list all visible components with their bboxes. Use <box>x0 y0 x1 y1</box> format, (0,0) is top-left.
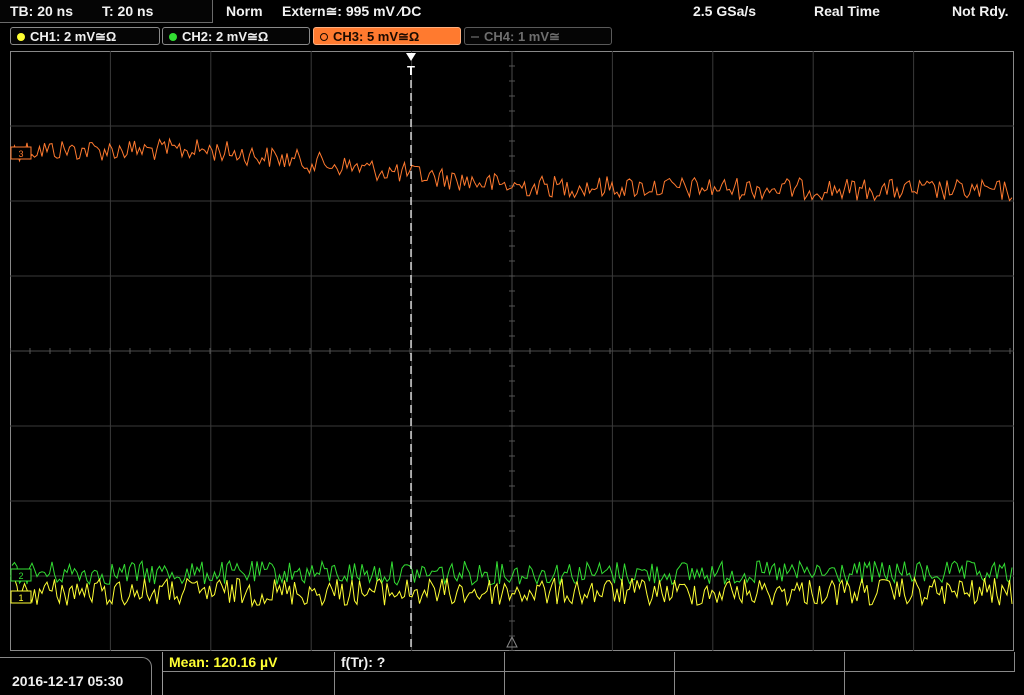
measurement-panel[interactable]: Mean: 120.16 µV f(Tr): ? <box>162 652 1015 695</box>
acquisition-mode-label: Real Time <box>814 3 880 19</box>
measurement-slot-5[interactable] <box>845 652 1015 672</box>
measurement-slot-4[interactable] <box>675 652 845 672</box>
status-bar: TB: 20 ns T: 20 ns Norm Extern≅: 995 mV … <box>0 0 1024 24</box>
measurement-slot-8[interactable] <box>505 672 675 695</box>
channel-1-reference-marker-text: 1 <box>18 593 23 603</box>
channel-3-label: CH3: 5 mV≅Ω <box>333 29 420 44</box>
datetime-box: 2016-12-17 05:30 <box>0 657 152 695</box>
measurement-slot-6[interactable] <box>163 672 335 695</box>
channel-1-color-icon <box>17 33 25 41</box>
channel-1-label: CH1: 2 mV≅Ω <box>30 29 117 44</box>
trigger-arrow-icon <box>406 53 416 61</box>
datetime-label: 2016-12-17 05:30 <box>12 673 124 689</box>
channel-2-tab[interactable]: CH2: 2 mV≅Ω <box>162 27 310 45</box>
acquisition-state-label: Not Rdy. <box>952 3 1009 19</box>
trigger-mode-label[interactable]: Norm <box>226 3 263 19</box>
measurement-slot-9[interactable] <box>675 672 845 695</box>
waveform-plot[interactable]: T 3 2 1 <box>10 51 1014 651</box>
measurement-slot-7[interactable] <box>335 672 505 695</box>
trigger-markers: T 3 2 1 <box>10 53 518 651</box>
trigger-marker-label: T <box>407 63 415 78</box>
channel-tabs: CH1: 2 mV≅Ω CH2: 2 mV≅Ω CH3: 5 mV≅Ω CH4:… <box>0 26 1024 48</box>
channel-3-color-icon <box>320 33 328 41</box>
channel-2-label: CH2: 2 mV≅Ω <box>182 29 269 44</box>
trigger-time-label[interactable]: T: 20 ns <box>102 3 153 19</box>
channel-2-color-icon <box>169 33 177 41</box>
channel-4-label: CH4: 1 mV≅ <box>484 29 560 44</box>
channel-3-tab[interactable]: CH3: 5 mV≅Ω <box>313 27 461 45</box>
channel-2-reference-marker-text: 2 <box>18 571 23 581</box>
rise-time-measurement[interactable]: f(Tr): ? <box>335 652 505 672</box>
channel-1-tab[interactable]: CH1: 2 mV≅Ω <box>10 27 160 45</box>
measurement-slot-3[interactable] <box>505 652 675 672</box>
channel-4-tab[interactable]: CH4: 1 mV≅ <box>464 27 612 45</box>
channel-4-off-icon <box>471 36 479 38</box>
trigger-source-label[interactable]: Extern≅: 995 mV ⁄DC <box>282 3 421 20</box>
timebase-label[interactable]: TB: 20 ns <box>10 3 73 19</box>
mean-measurement[interactable]: Mean: 120.16 µV <box>163 652 335 672</box>
measurement-slot-10[interactable] <box>845 672 1015 695</box>
sample-rate-label: 2.5 GSa/s <box>693 3 757 19</box>
channel-3-reference-marker-text: 3 <box>18 149 23 159</box>
